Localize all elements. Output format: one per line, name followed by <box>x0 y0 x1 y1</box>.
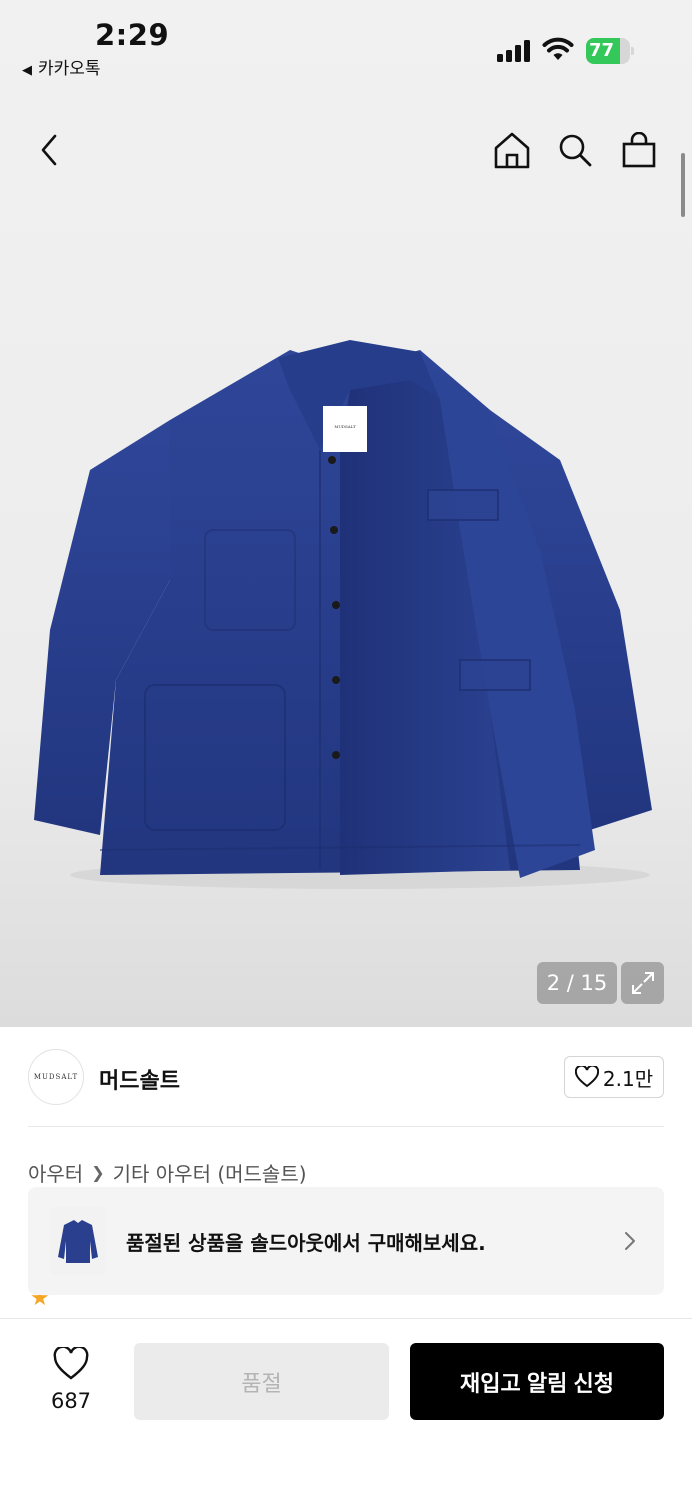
back-app-label: 카카오톡 <box>38 59 101 79</box>
wishlist-button[interactable]: 687 <box>36 1345 106 1415</box>
cellular-signal-icon <box>497 40 530 62</box>
bottom-action-bar: 687 품절 재입고 알림 신청 <box>0 1318 692 1500</box>
soldout-promo-banner[interactable]: 품절된 상품을 솔드아웃에서 구매해보세요. <box>28 1187 664 1295</box>
home-icon <box>494 132 530 169</box>
search-button[interactable] <box>551 120 599 180</box>
jacket-thumbnail-image <box>50 1207 106 1275</box>
chevron-right-icon <box>625 1232 635 1250</box>
jacket-tag-text: MUDSALT <box>334 424 356 429</box>
expand-icon <box>631 972 654 994</box>
brand-logo-text: MUDSALT <box>33 1073 79 1081</box>
search-icon <box>559 134 592 167</box>
expand-image-button[interactable] <box>621 962 664 1004</box>
wishlist-count: 687 <box>50 1389 92 1413</box>
status-bar: 2:29 ◀ 카카오톡 77 <box>0 0 692 90</box>
back-triangle-icon: ◀ <box>22 63 32 78</box>
battery-body: 77 <box>586 38 630 64</box>
cart-button[interactable] <box>615 120 663 180</box>
chevron-right-icon: ❯ <box>91 1163 105 1182</box>
battery-nub <box>631 47 634 55</box>
heart-outline-icon <box>53 1347 89 1380</box>
soldout-thumbnail <box>50 1207 106 1275</box>
battery-indicator: 77 <box>586 38 634 64</box>
brand-like-count: 2.1만 <box>602 1066 654 1091</box>
heart-outline-icon <box>574 1066 599 1088</box>
breadcrumb-level1[interactable]: 아우터 <box>28 1158 83 1187</box>
breadcrumb-level2[interactable]: 기타 아우터 (머드솔트) <box>113 1158 307 1187</box>
shopping-bag-icon <box>622 132 656 168</box>
product-jacket-image: MUDSALT <box>34 340 652 889</box>
back-to-app-link[interactable]: ◀ 카카오톡 <box>22 54 101 79</box>
soldout-button[interactable]: 품절 <box>134 1343 389 1420</box>
battery-level-text: 77 <box>589 40 615 61</box>
top-navigation <box>0 120 692 180</box>
brand-name[interactable]: 머드솔트 <box>99 1063 180 1095</box>
breadcrumb: 아우터 ❯ 기타 아우터 (머드솔트) <box>28 1158 307 1187</box>
chevron-left-icon <box>41 134 57 166</box>
product-page: 2:29 ◀ 카카오톡 77 MUDSALT 2 / 15 MUDSALT 머드… <box>0 0 692 1500</box>
section-divider <box>28 1126 664 1127</box>
soldout-banner-text: 품절된 상품을 솔드아웃에서 구매해보세요. <box>126 1231 486 1255</box>
scroll-indicator[interactable] <box>681 153 685 217</box>
brand-like-button[interactable]: 2.1만 <box>564 1056 664 1098</box>
wifi-icon <box>542 37 574 60</box>
image-counter: 2 / 15 <box>537 962 617 1004</box>
brand-row[interactable]: MUDSALT 머드솔트 2.1만 <box>0 1027 692 1127</box>
back-button[interactable] <box>26 120 74 180</box>
brand-logo[interactable]: MUDSALT <box>28 1049 84 1105</box>
home-button[interactable] <box>488 120 536 180</box>
status-time: 2:29 <box>95 18 170 52</box>
restock-alert-button[interactable]: 재입고 알림 신청 <box>410 1343 664 1420</box>
